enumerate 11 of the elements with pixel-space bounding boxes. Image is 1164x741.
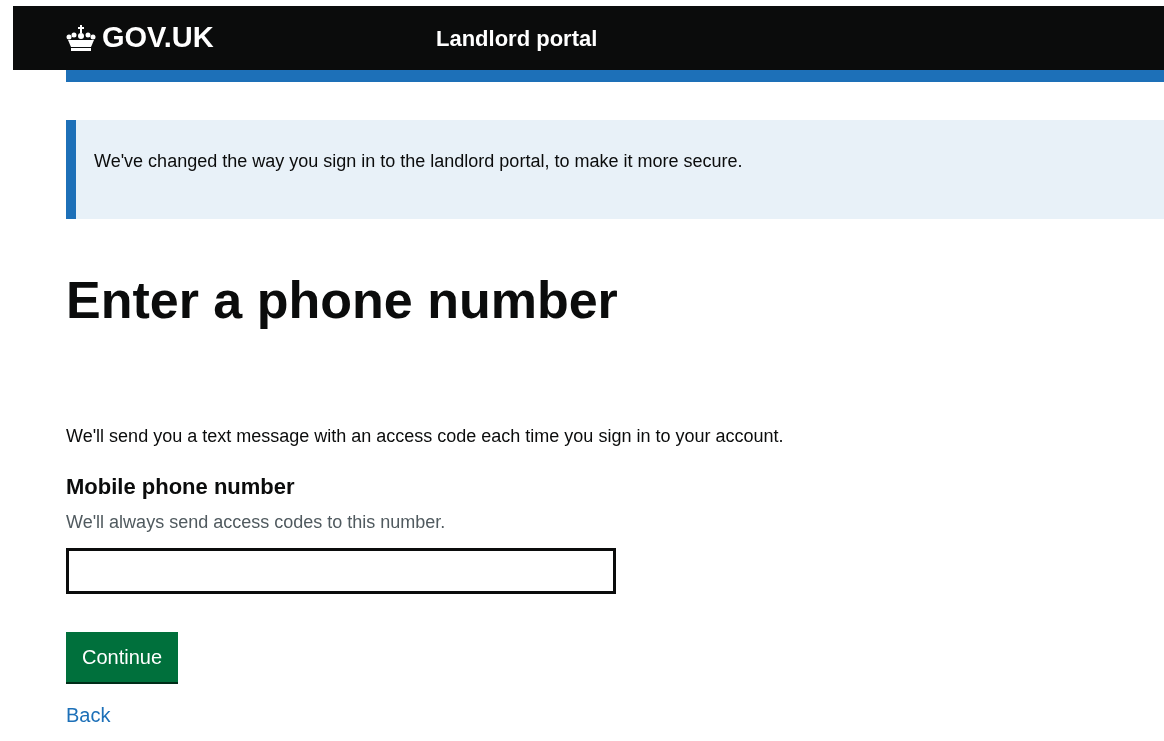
field-hint: We'll always send access codes to this number. [66, 511, 446, 535]
phone-input-field[interactable] [66, 548, 616, 595]
field-label: Mobile phone number [66, 473, 295, 502]
continue-button[interactable]: Continue [66, 632, 179, 683]
back-link[interactable]: Back [66, 700, 111, 731]
page-heading: Enter a phone number [66, 270, 619, 331]
crown-icon [66, 25, 96, 51]
logo-text[interactable]: GOV.UK [102, 16, 214, 60]
notice-text: We've changed the way you sign in to the landlord portal, to make it more secure. [94, 151, 743, 171]
service-name[interactable]: Landlord portal [436, 21, 598, 55]
intro-text: We'll send you a text message with an access code each time you sign in to your account. [66, 425, 785, 449]
